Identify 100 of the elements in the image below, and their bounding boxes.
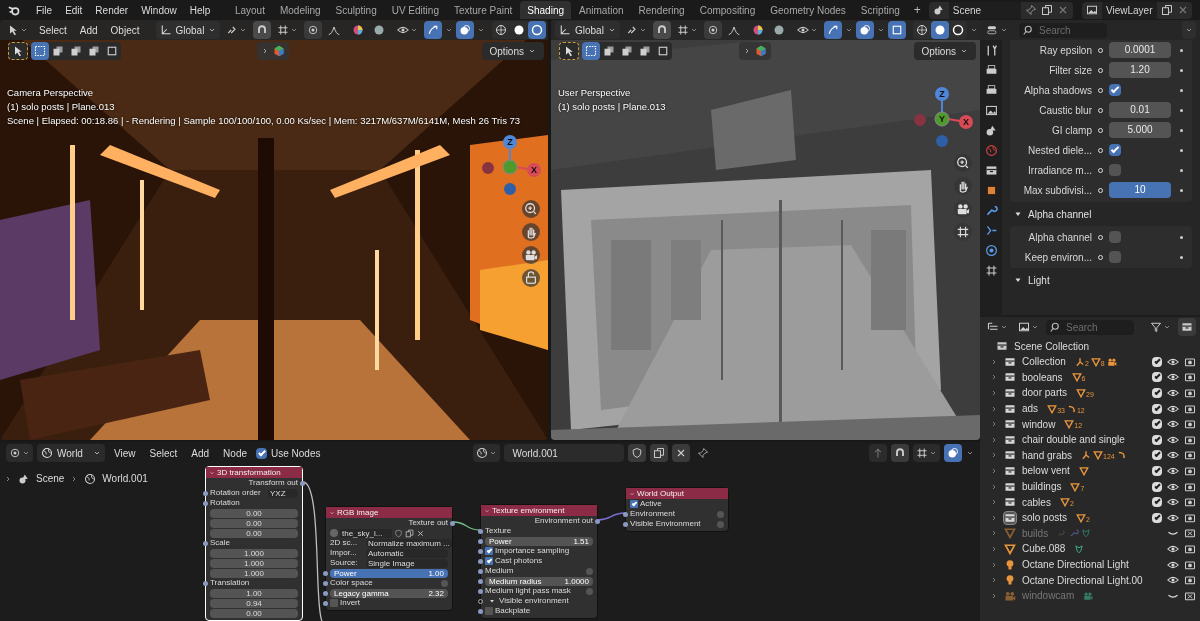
menu-item[interactable]: Select [144,445,183,461]
overlay-icon[interactable] [855,21,874,39]
checkbox[interactable] [1152,403,1162,414]
parent-node-icon[interactable] [869,444,887,462]
checkbox[interactable] [1109,144,1121,156]
shader-node[interactable]: Texture environment Environment out Texture Power 1.51 Importance sampling Cast photons Medium Medium radius 1.0000 Medium light pass mask Visible environment Backplate [480,504,598,619]
checkbox[interactable] [1152,419,1162,430]
magnet-icon[interactable] [891,444,909,462]
checkbox[interactable] [1109,164,1121,176]
render-camera-icon[interactable] [1184,418,1196,431]
panel-header[interactable]: Alpha channel [1010,204,1192,224]
value-field[interactable]: 1.00 [210,588,298,598]
checkbox[interactable] [1152,465,1162,476]
render-engine-button[interactable] [739,42,771,60]
checkbox[interactable] [1152,497,1162,508]
render-camera-icon[interactable] [1184,542,1196,555]
checkbox[interactable] [485,607,493,615]
checkbox[interactable] [1109,231,1121,243]
shader-node[interactable]: RGB image Texture out the_sky_i... 2D sc... Normalize maximum ... Impor... Automatic Source: Single Image Power 1.00 Color space Legacy gamma 2.32 Invert [325,506,453,611]
xray-icon[interactable] [887,21,906,39]
magnet-icon[interactable] [253,21,272,39]
outliner-item[interactable]: window [1022,416,1056,432]
scene-icon[interactable] [984,124,998,137]
workspace-tab[interactable]: Geometry Nodes [763,1,853,19]
value-field[interactable]: 0.00 [210,508,298,518]
outliner-item[interactable]: chair double and single [1022,432,1125,448]
solid-shading-icon[interactable] [930,21,949,39]
menu-item[interactable]: Add [186,445,215,461]
dropdown-field[interactable]: YXZ [268,488,298,498]
magnet-icon[interactable] [652,21,671,39]
number-field[interactable]: 0.01 [1109,102,1171,118]
outliner-item[interactable]: Octane Directional Light.00 [1022,572,1143,588]
menu-item[interactable]: Select [34,22,72,38]
render-camera-icon[interactable] [1184,558,1196,571]
outliner-item[interactable]: Collection [1022,354,1066,370]
workspace-tab[interactable]: Layout [227,1,272,19]
render-camera-icon[interactable] [1184,402,1196,415]
checkbox[interactable] [630,500,638,508]
copy-icon[interactable] [405,528,414,538]
world-icon[interactable] [473,444,501,462]
close-icon[interactable] [672,444,691,462]
render-camera-icon[interactable] [1184,527,1196,540]
overlay-icon[interactable] [456,21,475,39]
cursor-tool-icon[interactable] [559,42,579,60]
outliner-item[interactable]: solo posts [1022,510,1068,526]
render-camera-icon[interactable] [1184,387,1196,399]
slider-field[interactable]: Power 1.51 [485,536,593,546]
outliner-item[interactable]: Octane Directional Light [1022,557,1129,572]
outliner-item[interactable]: buildings [1022,479,1062,495]
gizmo-icon[interactable] [424,21,443,39]
checkbox[interactable] [485,557,493,565]
checkbox[interactable] [1109,84,1121,96]
menu-item[interactable]: File [30,2,59,18]
menu-item[interactable]: Object [105,22,145,38]
add-workspace-button[interactable]: + [907,1,927,19]
workspace-tab[interactable]: Sculpting [328,1,384,19]
view-layer-icon[interactable] [984,104,998,117]
value-field[interactable]: 0.94 [210,598,298,608]
dropdown-field[interactable]: Normalize maximum ... [366,538,452,548]
navigation-gizmo[interactable]: Z Y X [910,84,974,148]
copy-icon[interactable] [1160,4,1173,16]
value-field[interactable]: 1.000 [210,568,298,578]
proportional-icon[interactable] [703,21,722,39]
dropdown-field[interactable]: Single Image [366,558,448,568]
menu-item[interactable]: View [109,445,141,461]
value-field[interactable]: 0.00 [210,608,298,618]
checkbox[interactable] [1152,450,1162,461]
workspace-tab[interactable]: Modeling [272,1,328,19]
scene-selector[interactable]: Scene [928,1,1073,19]
workspace-tab[interactable]: Rendering [631,1,692,19]
image-name-field[interactable]: the_sky_i... [340,528,392,538]
options-dropdown[interactable]: Options [913,42,976,60]
checkbox[interactable] [1109,251,1121,263]
snap-icon[interactable] [913,444,940,462]
checkbox[interactable] [1152,372,1162,383]
physics-icon[interactable] [984,244,998,257]
checkbox[interactable] [330,599,338,607]
shader-node[interactable]: 3D transformation Transform out Rotation order YXZ Rotation 0.00 0.00 0.00 Scale 1.000 1.000 1.000 Translation 1.00 0.94 0.00 [205,466,303,621]
workspace-tab[interactable]: Shading [520,1,572,19]
new-collection-icon[interactable] [1178,318,1196,336]
menu-item[interactable]: Help [183,2,217,18]
box-select-icon[interactable] [31,42,49,60]
render-camera-icon[interactable] [1184,589,1196,602]
render-camera-icon[interactable] [1184,433,1196,446]
box-select-icon[interactable] [582,42,600,60]
navigation-gizmo[interactable]: Z X [478,132,542,196]
menu-item[interactable]: Render [89,2,135,18]
slider-field[interactable]: Legacy gamma 2.32 [330,588,448,598]
menu-item[interactable]: Node [218,445,252,461]
modifier-icon[interactable] [984,204,998,217]
value-field[interactable]: 1.000 [210,558,298,568]
render-icon[interactable] [984,64,998,77]
menu-item[interactable]: Window [135,2,183,18]
panel-header[interactable]: Light [1010,270,1192,290]
checkbox[interactable] [1152,434,1162,445]
workspace-tab[interactable]: Compositing [692,1,763,19]
shader-node[interactable]: World Output Active Environment Visible Environment [625,487,729,532]
checkbox[interactable] [1152,388,1162,398]
object-icon[interactable] [984,184,998,197]
pin-icon[interactable] [1025,4,1037,16]
